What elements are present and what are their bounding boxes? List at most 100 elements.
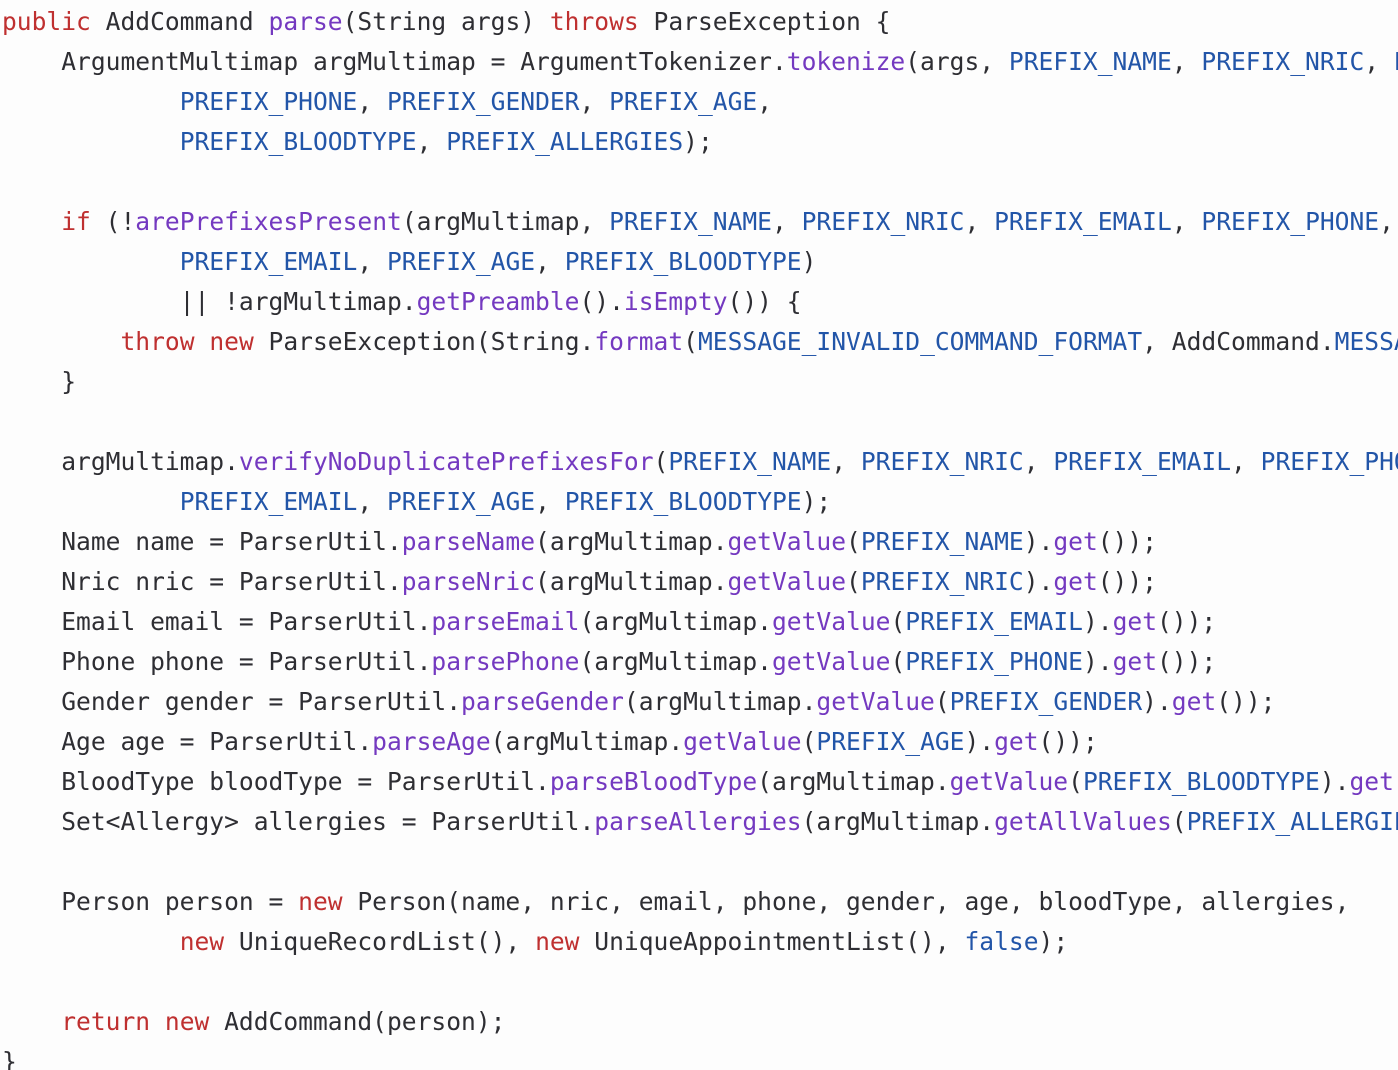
code-line: Person person = new Person(name, nric, e…	[2, 882, 1398, 922]
code-token-plain: ());	[1097, 567, 1157, 596]
code-token-plain: ,	[579, 87, 610, 116]
code-token-keyword: new	[179, 927, 225, 956]
code-line: }	[2, 362, 1398, 402]
code-token-plain: ,	[771, 207, 802, 236]
code-token-const: PREFIX_EMAIL	[179, 487, 358, 516]
code-token-plain: ).	[964, 727, 995, 756]
code-token-plain: ());	[1394, 767, 1398, 796]
code-token-const: PREFIX_AGE	[609, 87, 758, 116]
code-token-method: getValue	[683, 727, 802, 756]
code-token-const: PREFIX_BLOODTYPE	[564, 487, 802, 516]
code-token-method: parse	[268, 7, 343, 36]
code-token-plain: (	[934, 687, 950, 716]
code-token-plain: (	[846, 527, 861, 556]
code-token-method: isEmpty	[623, 287, 728, 316]
code-token-plain: (argMultimap.	[579, 647, 772, 676]
code-line: Name name = ParserUtil.parseName(argMult…	[2, 522, 1398, 562]
code-token-plain: (argMultimap.	[579, 607, 772, 636]
code-token-plain: (	[890, 647, 906, 676]
code-token-plain: ,	[1023, 447, 1054, 476]
code-token-plain: ,	[1364, 47, 1394, 76]
code-token-method: arePrefixesPresent	[135, 207, 402, 236]
code-token-plain: Set<Allergy> allergies = ParserUtil.	[2, 807, 595, 836]
code-token-method: parseGender	[461, 687, 624, 716]
code-token-plain: (argMultimap.	[535, 567, 728, 596]
code-line: Set<Allergy> allergies = ParserUtil.pars…	[2, 802, 1398, 842]
code-token-plain: argMultimap.	[2, 447, 239, 476]
code-token-const: PREFIX_GENDER	[949, 687, 1143, 716]
code-token-method: getValue	[727, 567, 847, 596]
code-token-plain: )	[801, 247, 817, 276]
code-line: Gender gender = ParserUtil.parseGender(a…	[2, 682, 1398, 722]
code-token-method: getAllValues	[994, 807, 1172, 836]
code-token-const: PREFIX_EMAIL	[905, 607, 1083, 636]
code-token-plain: ,	[1379, 207, 1394, 236]
code-token-plain: (	[846, 567, 861, 596]
code-line: public AddCommand parse(String args) thr…	[2, 2, 1398, 42]
code-token-method: format	[594, 327, 684, 356]
code-viewer: public AddCommand parse(String args) thr…	[0, 0, 1398, 1070]
code-line: PREFIX_BLOODTYPE, PREFIX_ALLERGIES);	[2, 122, 1398, 162]
code-token-method: get	[1112, 647, 1157, 676]
code-token-method: get	[1053, 567, 1098, 596]
code-line: BloodType bloodType = ParserUtil.parseBl…	[2, 762, 1398, 802]
code-line: Nric nric = ParserUtil.parseNric(argMult…	[2, 562, 1398, 602]
code-token-plain: (	[1068, 767, 1083, 796]
code-token-method: verifyNoDuplicatePrefixesFor	[238, 447, 654, 476]
code-token-plain: Gender gender = ParserUtil.	[2, 687, 462, 716]
code-token-plain: (	[801, 727, 817, 756]
code-token-plain: BloodType bloodType = ParserUtil.	[2, 767, 550, 796]
code-line: ArgumentMultimap argMultimap = ArgumentT…	[2, 42, 1398, 82]
code-token-plain: AddCommand(person);	[209, 1007, 506, 1036]
code-token-plain: ).	[1023, 527, 1054, 556]
code-token-plain: ,	[1231, 447, 1261, 476]
code-token-const: PREFIX_NAME	[668, 447, 832, 476]
code-token-plain: );	[683, 127, 713, 156]
code-token-method: getValue	[727, 527, 847, 556]
code-token-method: parseName	[401, 527, 536, 556]
code-token-const: PREFIX_ALLERGIES	[446, 127, 684, 156]
code-token-plain: ());	[1038, 727, 1098, 756]
code-token-plain: ).	[1319, 767, 1350, 796]
code-token-plain: ,	[535, 487, 565, 516]
code-token-plain: ()) {	[727, 287, 802, 316]
code-line: Phone phone = ParserUtil.parsePhone(argM…	[2, 642, 1398, 682]
code-line: argMultimap.verifyNoDuplicatePrefixesFor…	[2, 442, 1398, 482]
code-token-plain: ,	[357, 487, 387, 516]
code-token-const: PREFIX_EMAIL	[1394, 47, 1398, 76]
code-token-const: PREFIX_NAME	[1008, 47, 1172, 76]
code-token-method: get	[1349, 767, 1394, 796]
code-token-keyword: throw	[120, 327, 195, 356]
code-token-const: PREFIX_NAME	[860, 527, 1024, 556]
code-token-method: getPreamble	[416, 287, 580, 316]
code-token-method: get	[1171, 687, 1217, 716]
code-token-const: PREFIX_NAME	[609, 207, 772, 236]
code-token-plain: ,	[416, 127, 447, 156]
code-token-keyword: new	[164, 1007, 210, 1036]
code-token-plain: ,	[535, 247, 565, 276]
code-token-plain: ParseException(String.	[253, 327, 595, 356]
code-line: new UniqueRecordList(), new UniqueAppoin…	[2, 922, 1398, 962]
code-token-plain: ().	[579, 287, 624, 316]
code-token-const: PREFIX_ALLERGIES	[1186, 807, 1398, 836]
code-token-plain: (argMultimap.	[535, 527, 728, 556]
code-token-plain: ,	[757, 87, 773, 116]
code-token-method: parsePhone	[431, 647, 580, 676]
code-token-plain: ,	[964, 207, 995, 236]
code-token-plain: ());	[1097, 527, 1157, 556]
code-token-plain: );	[1038, 927, 1069, 956]
code-token-plain: ).	[1142, 687, 1172, 716]
code-token-const: PREFIX_BLOODTYPE	[179, 127, 417, 156]
code-token-plain: (argMultimap.	[490, 727, 684, 756]
code-token-const: PREFIX_EMAIL	[1053, 447, 1232, 476]
code-token-method: parseAllergies	[594, 807, 802, 836]
code-token-plain: Person(name, nric, email, phone, gender,…	[342, 887, 1350, 916]
code-token-keyword: new	[209, 327, 254, 356]
code-token-const: PREFIX_BLOODTYPE	[1082, 767, 1320, 796]
code-token-plain: ParseException {	[638, 7, 891, 36]
code-token-method: getValue	[771, 607, 891, 636]
code-token-plain: (argMultimap.	[623, 687, 817, 716]
